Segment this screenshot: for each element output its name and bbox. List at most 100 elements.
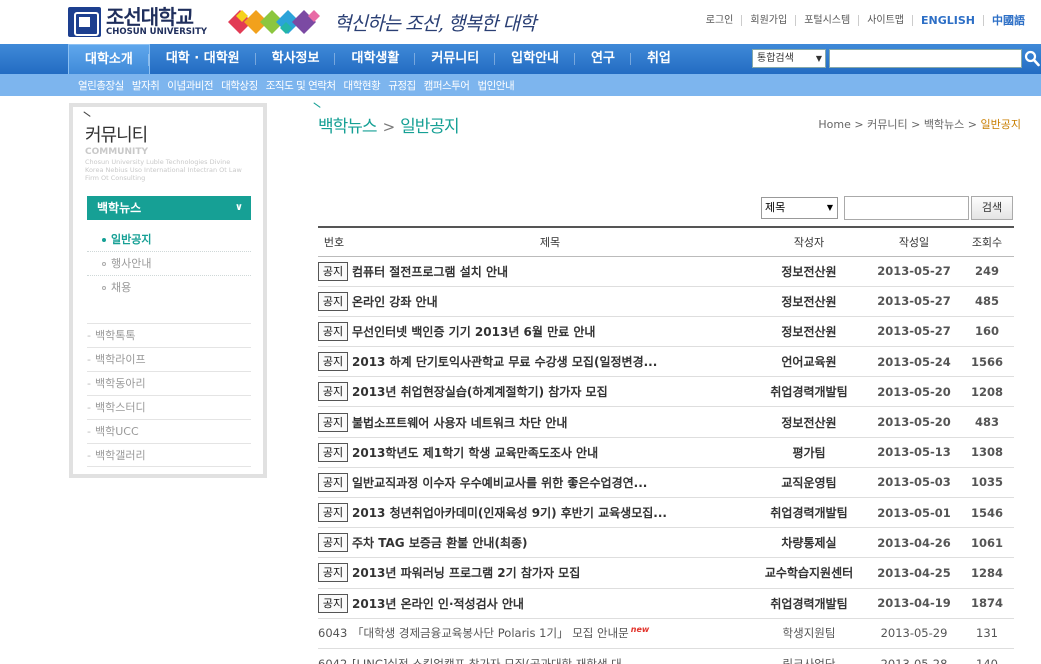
bullet-icon bbox=[102, 286, 106, 290]
table-row[interactable]: 6042 [LINC]실전 스킬업캠프 참가자 모집(공과대학 재학생 대... 링… bbox=[318, 648, 1014, 664]
sidebar-item-label: 백학라이프 bbox=[94, 353, 146, 366]
university-logo[interactable]: 조선대학교 CHOSUN UNIVERSITY bbox=[68, 6, 207, 38]
table-row[interactable]: 공지 2013 하계 단기토익사관학교 무료 수강생 모집(일정변경... 언어교육… bbox=[318, 346, 1014, 378]
site-search-input[interactable] bbox=[829, 49, 1022, 68]
breadcrumb-community[interactable]: 커뮤니티 bbox=[867, 118, 907, 131]
notice-board-table: 번호 제목 작성자 작성일 조회수 공지 컴퓨터 절전프로그램 설치 안내 정보전산… bbox=[318, 226, 1014, 664]
nav-item-admissions[interactable]: 입학안내 bbox=[495, 44, 575, 74]
sidebar-item-ucc[interactable]: - 백학UCC bbox=[87, 419, 251, 443]
sidebar-sub-events[interactable]: 행사안내 bbox=[87, 252, 251, 276]
post-title-link[interactable]: 2013년 취업현장실습(하계계절학기) 참가자 모집 bbox=[352, 385, 608, 399]
sidebar-sub-notice[interactable]: 일반공지 bbox=[87, 228, 251, 252]
post-title-link[interactable]: [LINC]실전 스킬업캠프 참가자 모집(공과대학 재학생 대... bbox=[352, 657, 633, 664]
login-link[interactable]: 로그인 bbox=[698, 15, 742, 26]
post-date: 2013-05-01 bbox=[868, 497, 960, 529]
table-row[interactable]: 6043 「대학생 경제금융교육봉사단 Polaris 1기」 모집 안내문 new… bbox=[318, 618, 1014, 649]
notice-badge: 공지 bbox=[318, 503, 348, 523]
post-title-link[interactable]: 주차 TAG 보증금 환불 안내(최종) bbox=[352, 536, 528, 550]
board-search-input[interactable] bbox=[844, 196, 969, 220]
sub-nav: 열린총장실 발자취 이념과비전 대학상징 조직도 및 연락처 대학현황 규정집 … bbox=[0, 74, 1041, 96]
post-views: 131 bbox=[960, 618, 1014, 649]
post-date: 2013-05-20 bbox=[868, 376, 960, 408]
post-title-link[interactable]: 2013년 파워러닝 프로그램 2기 참가자 모집 bbox=[352, 566, 580, 580]
sidebar-item-study[interactable]: - 백학스터디 bbox=[87, 395, 251, 419]
nav-item-employment[interactable]: 취업 bbox=[631, 44, 687, 74]
post-views: 1208 bbox=[960, 376, 1014, 408]
post-title-link[interactable]: 2013 하계 단기토익사관학교 무료 수강생 모집(일정변경... bbox=[352, 355, 657, 369]
table-row[interactable]: 공지 컴퓨터 절전프로그램 설치 안내 정보전산원 2013-05-27 249 bbox=[318, 256, 1014, 287]
left-sidebar: 커뮤니티 COMMUNITY Chosun University Luble T… bbox=[69, 103, 267, 478]
post-date: 2013-04-26 bbox=[868, 527, 960, 559]
sidebar-item-talk[interactable]: - 백학톡톡 bbox=[87, 323, 251, 347]
notice-badge: 공지 bbox=[318, 563, 348, 583]
table-row[interactable]: 공지 2013 청년취업아카데미(인재육성 9기) 후반기 교육생모집... 취업경… bbox=[318, 497, 1014, 529]
nav-item-academics[interactable]: 학사정보 bbox=[256, 44, 336, 74]
post-title-link[interactable]: 무선인터넷 백인증 기기 2013년 6월 만료 안내 bbox=[352, 325, 595, 339]
nav-item-campus-life[interactable]: 대학생활 bbox=[335, 44, 416, 74]
table-row[interactable]: 공지 주차 TAG 보증금 환불 안내(최종) 차량통제실 2013-04-26 106… bbox=[318, 527, 1014, 559]
nav-item-about[interactable]: 대학소개 bbox=[68, 44, 150, 74]
post-views: 483 bbox=[960, 406, 1014, 438]
row-number: 6043 bbox=[318, 618, 350, 649]
breadcrumb-news[interactable]: 백학뉴스 bbox=[924, 118, 964, 131]
table-row[interactable]: 공지 2013학년도 제1학기 학생 교육만족도조사 안내 평가팀 2013-05-1… bbox=[318, 437, 1014, 468]
breadcrumb-home[interactable]: Home bbox=[818, 118, 850, 131]
post-title-link[interactable]: 「대학생 경제금융교육봉사단 Polaris 1기」 모집 안내문 bbox=[352, 626, 629, 640]
subnav-campus-tour[interactable]: 캠퍼스투어 bbox=[420, 78, 474, 93]
post-title-link[interactable]: 2013 청년취업아카데미(인재육성 9기) 후반기 교육생모집... bbox=[352, 506, 667, 520]
table-row[interactable]: 공지 불법소프트웨어 사용자 네트워크 차단 안내 정보전산원 2013-05-20 4… bbox=[318, 406, 1014, 438]
subnav-organization[interactable]: 조직도 및 연락처 bbox=[262, 78, 340, 93]
subnav-status[interactable]: 대학현황 bbox=[340, 78, 385, 93]
signup-link[interactable]: 회원가입 bbox=[741, 15, 795, 26]
dropdown-arrow-icon: ▼ bbox=[826, 203, 833, 212]
nav-item-community[interactable]: 커뮤니티 bbox=[415, 44, 496, 74]
sidebar-item-gallery[interactable]: - 백학갤러리 bbox=[87, 443, 251, 467]
subnav-history[interactable]: 발자취 bbox=[128, 78, 163, 93]
sidebar-current-menu[interactable]: 백학뉴스 ∨ bbox=[87, 196, 251, 220]
post-title-link[interactable]: 불법소프트웨어 사용자 네트워크 차단 안내 bbox=[352, 416, 567, 430]
sidebar-item-life[interactable]: - 백학라이프 bbox=[87, 347, 251, 371]
post-views: 140 bbox=[960, 648, 1014, 664]
col-title: 제목 bbox=[350, 226, 750, 257]
sitemap-link[interactable]: 사이트맵 bbox=[858, 15, 912, 26]
dropdown-arrow-icon: ▼ bbox=[815, 54, 822, 63]
table-row[interactable]: 공지 2013년 취업현장실습(하계계절학기) 참가자 모집 취업경력개발팀 2013… bbox=[318, 376, 1014, 408]
table-header-row: 번호 제목 작성자 작성일 조회수 bbox=[318, 226, 1014, 257]
main-nav: 대학소개 대학 · 대학원 학사정보 대학생활 커뮤니티 입학안내 연구 취업 … bbox=[0, 44, 1041, 74]
table-row[interactable]: 공지 일반교직과정 이수자 우수예비교사를 위한 좋은수업경연... 교직운영팀 20… bbox=[318, 467, 1014, 499]
post-title-link[interactable]: 2013학년도 제1학기 학생 교육만족도조사 안내 bbox=[352, 446, 598, 460]
table-row[interactable]: 공지 2013년 온라인 인·적성검사 안내 취업경력개발팀 2013-04-19 18… bbox=[318, 588, 1014, 619]
subnav-president[interactable]: 열린총장실 bbox=[74, 78, 128, 93]
post-title-link[interactable]: 온라인 강좌 안내 bbox=[352, 295, 438, 309]
search-scope-select[interactable]: 통합검색 ▼ bbox=[752, 49, 826, 68]
board-search-button[interactable]: 검색 bbox=[971, 196, 1013, 220]
english-link[interactable]: ENGLISH bbox=[912, 15, 983, 26]
post-date: 2013-05-20 bbox=[868, 406, 960, 438]
nav-item-colleges[interactable]: 대학 · 대학원 bbox=[150, 44, 256, 74]
table-row[interactable]: 공지 온라인 강좌 안내 정보전산원 2013-05-27 485 bbox=[318, 286, 1014, 317]
subnav-vision[interactable]: 이념과비전 bbox=[163, 78, 217, 93]
portal-link[interactable]: 포털시스템 bbox=[795, 15, 858, 26]
post-views: 249 bbox=[960, 256, 1014, 287]
table-row[interactable]: 공지 무선인터넷 백인증 기기 2013년 6월 만료 안내 정보전산원 2013-0… bbox=[318, 316, 1014, 348]
sidebar-item-clubs[interactable]: - 백학동아리 bbox=[87, 371, 251, 395]
subnav-regulations[interactable]: 규정집 bbox=[384, 78, 419, 93]
post-writer: 정보전산원 bbox=[750, 316, 868, 348]
post-title-link[interactable]: 컴퓨터 절전프로그램 설치 안내 bbox=[352, 265, 508, 279]
post-views: 1874 bbox=[960, 588, 1014, 619]
nav-item-research[interactable]: 연구 bbox=[575, 44, 631, 74]
subnav-symbol[interactable]: 대학상징 bbox=[217, 78, 262, 93]
board-filter-select[interactable]: 제목 ▼ bbox=[761, 197, 838, 219]
post-title-link[interactable]: 2013년 온라인 인·적성검사 안내 bbox=[352, 597, 524, 611]
post-writer: 정보전산원 bbox=[750, 286, 868, 317]
sidebar-sub-recruit[interactable]: 채용 bbox=[87, 276, 251, 300]
post-title-link[interactable]: 일반교직과정 이수자 우수예비교사를 위한 좋은수업경연... bbox=[352, 476, 647, 490]
chinese-link[interactable]: 中國語 bbox=[983, 15, 1033, 26]
search-icon[interactable] bbox=[1024, 50, 1040, 67]
notice-badge: 공지 bbox=[318, 291, 348, 311]
subnav-corporation[interactable]: 법인안내 bbox=[473, 78, 518, 93]
sidebar-item-label: 백학톡톡 bbox=[94, 329, 136, 342]
table-row[interactable]: 공지 2013년 파워러닝 프로그램 2기 참가자 모집 교수학습지원센터 2013-… bbox=[318, 557, 1014, 589]
slogan-diamonds-graphic bbox=[228, 10, 320, 34]
breadcrumb: Home > 커뮤니티 > 백학뉴스 > 일반공지 bbox=[818, 118, 1021, 131]
